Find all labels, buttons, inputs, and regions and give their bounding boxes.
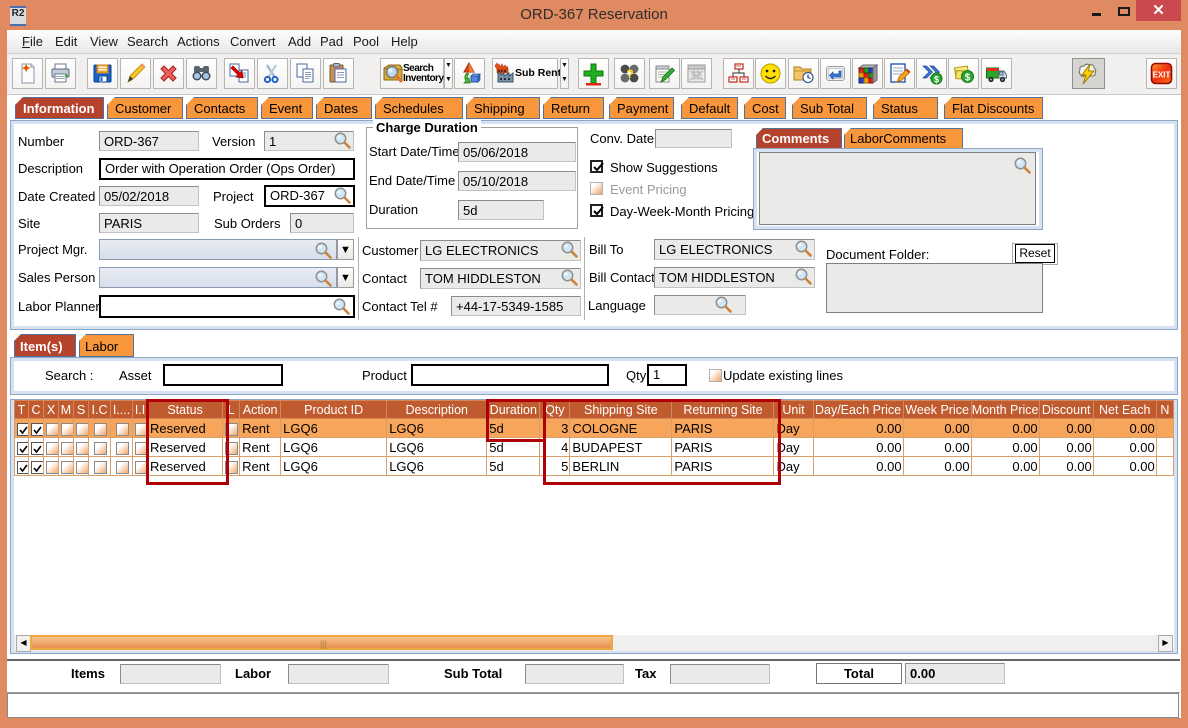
svg-text:$: $ <box>934 75 939 85</box>
svg-text:$: $ <box>965 73 971 84</box>
svg-text:EXIT: EXIT <box>1153 71 1171 80</box>
svg-text:?: ? <box>626 67 633 81</box>
